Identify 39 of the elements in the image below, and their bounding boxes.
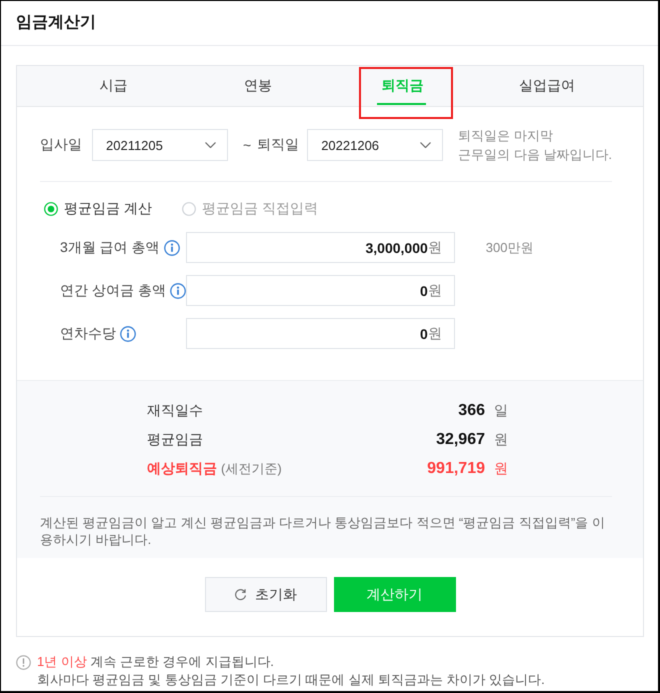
reset-button[interactable]: 초기화 — [204, 577, 326, 612]
info-icon[interactable] — [120, 326, 136, 342]
result-value: 32,967 — [436, 430, 485, 448]
window-title: 임금계산기 — [16, 13, 96, 33]
field-label: 퇴직일 — [257, 136, 300, 154]
unit-label: 일 — [494, 402, 506, 420]
note-text: 계산된 평균임금이 알고 계신 평균임금과 다르거나 통상임금보다 적으면 “평균임금 직접입력”을 이용하시기 바랍니다. — [40, 514, 606, 548]
amount-field[interactable]: 0원 — [186, 318, 455, 349]
chevron-down-icon — [420, 142, 432, 148]
notice-text: 회사마다 평균임금 및 통상임금 기준이 다르기 때문에 실제 퇴직금과는 차이가 있습니다. — [37, 671, 545, 689]
exclamation-icon — [16, 655, 31, 670]
field-label: 3개월 급여 총액 — [60, 238, 160, 256]
result-label: 평균임금 — [147, 430, 203, 448]
chevron-down-icon — [205, 142, 216, 148]
unit-label: 원 — [494, 460, 506, 478]
amount-note: 300만원 — [486, 240, 534, 254]
field-label: 입사일 — [40, 136, 82, 154]
info-icon[interactable] — [164, 240, 180, 256]
date-select[interactable]: 20221206 — [307, 129, 444, 161]
result-value: 991,719 — [427, 460, 485, 478]
field-label: 연차수당 — [60, 324, 116, 342]
tab[interactable]: 연봉 — [186, 66, 330, 106]
result-sublabel: (세전기준) — [221, 460, 282, 478]
range-separator: ~ — [243, 137, 252, 153]
unit-label: 원 — [494, 430, 506, 448]
tab[interactable]: 실업급여 — [474, 66, 619, 106]
info-icon[interactable] — [170, 282, 186, 298]
amount-field[interactable]: 3,000,000원 — [186, 232, 455, 263]
hint-text: 퇴직일은 마지막 근무일의 다음 날짜입니다. — [458, 127, 612, 164]
result-label: 재직일수 — [147, 402, 203, 420]
amount-field[interactable]: 0원 — [186, 275, 455, 306]
field-label: 연간 상여금 총액 — [60, 282, 166, 300]
date-select[interactable]: 20211205 — [92, 129, 228, 161]
result-value: 366 — [458, 402, 485, 420]
result-label: 예상퇴직금 — [147, 460, 217, 478]
tab[interactable]: 시급 — [41, 66, 186, 106]
radio-option[interactable]: 평균임금 계산 — [40, 200, 152, 218]
refresh-icon — [234, 588, 247, 601]
notice-text: 1년 이상 계속 근로한 경우에 지급됩니다. — [37, 653, 275, 671]
